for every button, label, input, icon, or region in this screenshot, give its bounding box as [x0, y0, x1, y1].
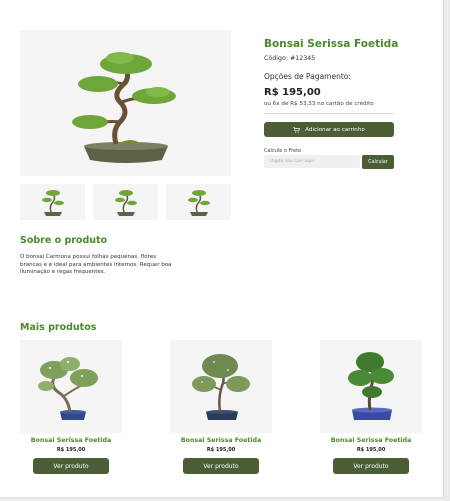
product-card-price: R$ 195,00 [206, 447, 236, 453]
product-card: Bonsai Serissa Foetida R$ 195,00 Ver pro… [170, 340, 272, 474]
thumbnail-2[interactable] [93, 184, 158, 220]
product-card: Bonsai Serissa Foetida R$ 195,00 Ver pro… [20, 340, 122, 474]
product-card-name[interactable]: Bonsai Serissa Foetida [20, 437, 122, 444]
cart-icon [293, 126, 301, 133]
thumbnail-1[interactable] [20, 184, 85, 220]
thumbnail-3[interactable] [166, 184, 231, 220]
more-products-title: Mais produtos [20, 322, 97, 333]
product-card-price: R$ 195,00 [56, 447, 86, 453]
product-code-value: #12345 [289, 55, 316, 62]
product-card: Bonsai Serissa Foetida R$ 195,00 Ver pro… [320, 340, 422, 474]
product-card-image[interactable] [170, 340, 272, 433]
payment-options-label: Opções de Pagamento: [264, 72, 351, 81]
bonsai-card-image [348, 352, 394, 420]
about-product-title: Sobre o produto [20, 235, 108, 246]
product-card-name[interactable]: Bonsai Serissa Foetida [320, 437, 422, 444]
main-product-image[interactable] [20, 30, 231, 176]
bonsai-tree-image [72, 52, 176, 163]
product-card-image[interactable] [20, 340, 122, 433]
about-product-text: O bonsai Carmona possui folhas pequenas,… [20, 254, 172, 275]
product-card-price: R$ 195,00 [356, 447, 386, 453]
product-card-image[interactable] [320, 340, 422, 433]
cep-input[interactable] [264, 155, 360, 168]
bonsai-thumbnail-image [42, 190, 64, 216]
product-code: Código: #12345 [264, 55, 315, 62]
product-code-label: Código: [264, 55, 288, 62]
view-product-button[interactable]: Ver produto [183, 458, 259, 474]
bonsai-card-image [38, 357, 98, 420]
add-to-cart-button[interactable]: Adicionar ao carrinho [264, 122, 394, 137]
product-price: R$ 195,00 [264, 87, 321, 98]
product-page: Bonsai Serissa Foetida Código: #12345 Op… [0, 0, 444, 498]
freight-label: Calcule o Frete [264, 148, 302, 154]
bonsai-card-image [192, 354, 250, 420]
view-product-button[interactable]: Ver produto [33, 458, 109, 474]
divider [264, 113, 394, 114]
product-card-name[interactable]: Bonsai Serissa Foetida [170, 437, 272, 444]
product-title: Bonsai Serissa Foetida [264, 38, 399, 50]
bonsai-thumbnail-image [115, 190, 137, 216]
add-to-cart-label: Adicionar ao carrinho [305, 126, 365, 133]
view-product-button[interactable]: Ver produto [333, 458, 409, 474]
bonsai-thumbnail-image [188, 190, 210, 216]
calculate-freight-button[interactable]: Calcular [362, 155, 394, 169]
installments-text: ou 6x de R$ 53,33 no cartão de crédito [264, 101, 374, 107]
